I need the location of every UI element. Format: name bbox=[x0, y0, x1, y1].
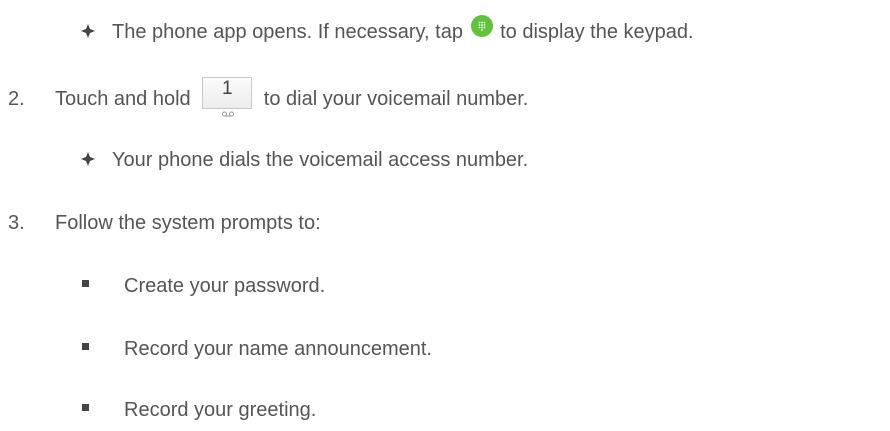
voicemail-icon bbox=[222, 100, 235, 123]
step3-item: Record your name announcement. bbox=[82, 335, 432, 363]
step3-item: Record your greeting. bbox=[82, 396, 316, 424]
square-bullet-icon bbox=[82, 343, 89, 350]
step3-item-text: Create your password. bbox=[124, 274, 326, 297]
square-bullet-icon bbox=[82, 404, 89, 411]
diamond-bullet-icon bbox=[80, 150, 96, 166]
diamond-bullet-icon bbox=[80, 22, 96, 38]
step2: 2. Touch and hold 1 to dial your voicema… bbox=[8, 77, 529, 117]
step3-text: Follow the system prompts to: bbox=[55, 211, 321, 234]
step2-result: Your phone dials the voicemail access nu… bbox=[80, 146, 528, 174]
step1-result: The phone app opens. If necessary, tap t… bbox=[80, 15, 694, 46]
step3: 3. Follow the system prompts to: bbox=[8, 209, 321, 237]
dialpad-icon bbox=[470, 15, 493, 37]
step2-number: 2. bbox=[8, 87, 25, 110]
step2-text-after: to dial your voicemail number. bbox=[258, 87, 529, 110]
step3-item-text: Record your name announcement. bbox=[124, 337, 432, 360]
step3-item: Create your password. bbox=[82, 272, 325, 300]
square-bullet-icon bbox=[82, 280, 89, 287]
key-digit: 1 bbox=[221, 78, 233, 99]
step2-text-before: Touch and hold bbox=[55, 87, 197, 110]
key-one-button-icon: 1 bbox=[202, 77, 253, 117]
step3-number: 3. bbox=[8, 211, 25, 234]
step1-result-text-after: to display the keypad. bbox=[494, 20, 694, 43]
step2-result-text: Your phone dials the voicemail access nu… bbox=[112, 148, 529, 171]
step3-item-text: Record your greeting. bbox=[124, 398, 317, 421]
step1-result-text-before: The phone app opens. If necessary, tap bbox=[112, 20, 469, 43]
